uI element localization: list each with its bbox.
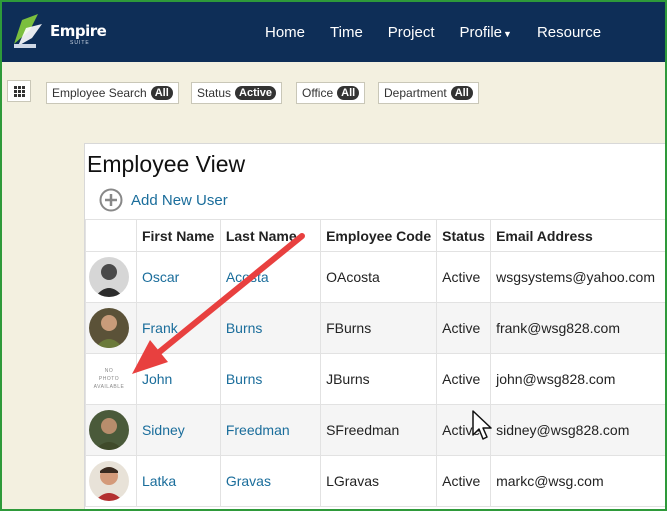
status-cell: Active	[436, 251, 492, 303]
filter-badge: All	[450, 86, 473, 100]
status-cell: Active	[436, 353, 492, 405]
photo-cell	[85, 455, 137, 507]
filter-badge: All	[337, 86, 360, 100]
logo-text: Empire	[50, 22, 107, 40]
avatar[interactable]	[89, 461, 129, 501]
filter-label: Employee Search	[52, 86, 147, 100]
employee-code: LGravas	[320, 455, 438, 507]
no-photo-text: NO	[104, 368, 114, 374]
column-header-email[interactable]: Email Address	[490, 219, 665, 252]
table-header-row: First Name Last Name Employee Code Statu…	[85, 219, 665, 252]
first-name-link[interactable]: Oscar	[135, 251, 221, 303]
table-row: Latka Gravas LGravas Active markc@wsg.co…	[85, 455, 665, 507]
last-name-link[interactable]: Burns	[219, 302, 322, 354]
employee-code: SFreedman	[320, 404, 438, 456]
last-name-link[interactable]: Acosta	[219, 251, 322, 303]
email-cell: frank@wsg828.com	[490, 302, 665, 354]
mouse-pointer-icon	[472, 410, 492, 440]
filter-label: Department	[384, 86, 447, 100]
email-cell: john@wsg828.com	[490, 353, 665, 405]
filter-office[interactable]: Office All	[296, 82, 366, 104]
last-name-link[interactable]: Burns	[219, 353, 322, 405]
first-name-link[interactable]: Frank	[135, 302, 221, 354]
status-cell: Active	[436, 455, 492, 507]
photo-cell: NO PHOTO AVAILABLE	[85, 353, 137, 405]
table-row: Frank Burns FBurns Active frank@wsg828.c…	[85, 302, 665, 354]
empire-logo[interactable]: Empire SUITE	[8, 10, 107, 52]
employee-code: OAcosta	[320, 251, 438, 303]
photo-cell	[85, 404, 137, 456]
avatar[interactable]	[89, 410, 129, 450]
filter-status[interactable]: Status Active	[191, 82, 283, 104]
email-cell: wsgsystems@yahoo.com	[490, 251, 665, 303]
avatar[interactable]	[89, 257, 129, 297]
top-navbar: Empire SUITE Home Time Project Profile▼ …	[2, 2, 665, 62]
last-name-link[interactable]: Gravas	[219, 455, 322, 507]
column-header-last-name[interactable]: Last Name	[219, 219, 322, 252]
filter-label: Status	[197, 86, 232, 100]
email-cell: sidney@wsg828.com	[490, 404, 665, 456]
first-name-link[interactable]: John	[135, 353, 221, 405]
empire-logo-icon	[14, 14, 42, 48]
filter-department[interactable]: Department All	[378, 82, 479, 104]
grid-menu-button[interactable]	[7, 80, 31, 102]
employee-table: First Name Last Name Employee Code Statu…	[85, 219, 665, 507]
employee-code: JBurns	[320, 353, 438, 405]
page-title: Employee View	[87, 151, 246, 177]
filter-employee-search[interactable]: Employee Search All	[46, 82, 179, 104]
column-header-status[interactable]: Status	[436, 219, 492, 252]
nav-time[interactable]: Time	[330, 24, 363, 41]
nav-menu: Home Time Project Profile▼ Resource	[265, 2, 626, 62]
table-row: Oscar Acosta OAcosta Active wsgsystems@y…	[85, 251, 665, 303]
nav-profile[interactable]: Profile▼	[459, 24, 511, 41]
photo-cell	[85, 251, 137, 303]
plus-circle-icon	[99, 188, 123, 212]
no-photo-text: AVAILABLE	[93, 384, 125, 390]
employee-view-panel: Employee View Add New User First Name La…	[84, 143, 665, 509]
avatar[interactable]	[89, 308, 129, 348]
grid-icon	[14, 86, 25, 97]
caret-down-icon: ▼	[503, 28, 512, 39]
logo-subtext: SUITE	[70, 40, 90, 46]
photo-cell	[85, 302, 137, 354]
email-cell: markc@wsg.com	[490, 455, 665, 507]
table-row: NO PHOTO AVAILABLE John Burns JBurns Act…	[85, 353, 665, 405]
nav-project[interactable]: Project	[388, 24, 435, 41]
nav-resource[interactable]: Resource	[537, 24, 601, 41]
status-cell: Active	[436, 302, 492, 354]
add-new-user-button[interactable]: Add New User	[99, 188, 228, 212]
last-name-link[interactable]: Freedman	[219, 404, 322, 456]
table-row: Sidney Freedman SFreedman Active sidney@…	[85, 404, 665, 456]
screenshot-frame: Empire SUITE Home Time Project Profile▼ …	[0, 0, 667, 511]
filter-label: Office	[302, 86, 334, 100]
first-name-link[interactable]: Sidney	[135, 404, 221, 456]
nav-home[interactable]: Home	[265, 24, 305, 41]
add-user-label: Add New User	[131, 191, 228, 209]
nav-profile-label: Profile	[459, 23, 503, 41]
filter-badge: All	[150, 86, 173, 100]
column-header-first-name[interactable]: First Name	[135, 219, 221, 252]
employee-code: FBurns	[320, 302, 438, 354]
filter-badge: Active	[235, 86, 277, 100]
column-header-photo	[85, 219, 137, 252]
no-photo-placeholder[interactable]: NO PHOTO AVAILABLE	[89, 359, 129, 399]
no-photo-text: PHOTO	[98, 376, 120, 382]
first-name-link[interactable]: Latka	[135, 455, 221, 507]
column-header-employee-code[interactable]: Employee Code	[320, 219, 438, 252]
